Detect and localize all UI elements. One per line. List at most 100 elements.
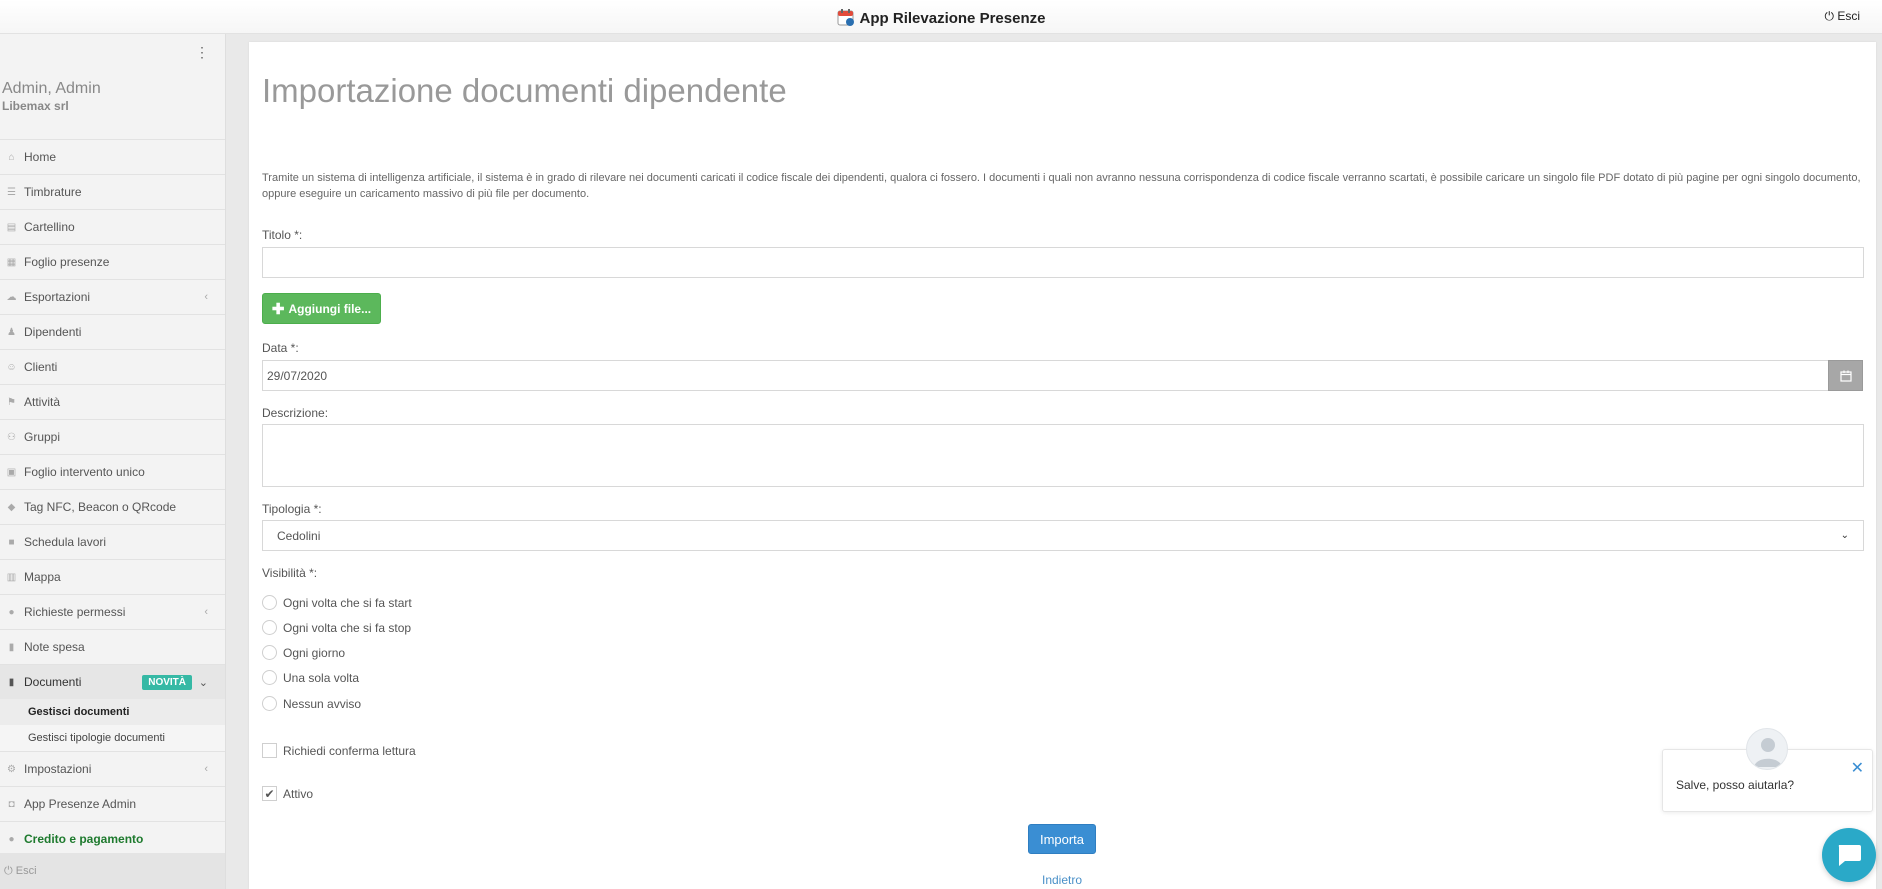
sidebar-item-label: Timbrature [24,185,82,199]
radio-label: Una sola volta [283,670,360,685]
user-info: Admin, Admin Libemax srl [2,80,101,113]
card-icon: ▤ [6,221,17,233]
user-name: Admin, Admin [2,80,101,97]
title-input[interactable] [262,247,1864,278]
sidebar-item-label: Note spesa [24,640,85,654]
sidebar-item-label: Cartellino [24,220,75,234]
checkbox-label: Attivo [283,786,314,801]
calendar-button[interactable] [1828,360,1863,391]
sidebar-item-label: Foglio intervento unico [24,465,145,479]
calendar-icon [1839,370,1852,382]
radio-button[interactable] [262,670,277,685]
radio-button[interactable] [262,595,277,610]
sidebar-subitem-gestisci-documenti[interactable]: Gestisci documenti [0,699,225,725]
radio-label: Nessun avviso [283,696,362,711]
sidebar-subitem-gestisci-tipologie[interactable]: Gestisci tipologie documenti [0,725,225,751]
sidebar-item-label: Clienti [24,360,58,374]
sidebar-item-clienti[interactable]: ☺ Clienti [0,349,225,384]
confirm-read-option[interactable]: Richiedi conferma lettura [262,743,416,758]
title-label: Titolo *: [262,228,303,242]
sidebar-item-esportazioni[interactable]: ☁ Esportazioni ‹ [0,279,225,314]
chat-launcher-button[interactable] [1822,828,1876,882]
description-label: Descrizione: [262,406,329,420]
back-link[interactable]: Indietro [1042,873,1082,887]
sidebar-item-label: Attività [24,395,61,409]
sidebar-item-foglio-presenze[interactable]: ▦ Foglio presenze [0,244,225,279]
cloud-icon: ☁ [6,291,17,303]
active-option[interactable]: ✔ Attivo [262,786,313,801]
sidebar-logout[interactable]: ⏻ Esci [0,853,225,889]
group-icon: ⚇ [7,431,16,443]
signpost-icon: ⚑ [7,396,16,408]
sidebar-item-foglio-intervento[interactable]: ▣ Foglio intervento unico [0,454,225,489]
radio-button[interactable] [262,620,277,635]
receipt-icon: ▮ [8,641,15,653]
person-icon: ♟ [7,326,16,338]
chevron-left-icon: ‹ [204,291,208,303]
sidebar-item-label: Documenti [24,675,82,689]
list-icon: ☰ [7,186,16,198]
sidebar-item-tag-nfc[interactable]: ◆ Tag NFC, Beacon o QRcode [0,489,225,524]
sidebar-item-home[interactable]: ⌂ Home [0,139,225,174]
sidebar-menu-icon[interactable]: ⋮ [195,44,209,61]
sidebar-item-gruppi[interactable]: ⚇ Gruppi [0,419,225,454]
sidebar-nav: ⌂ Home ☰ Timbrature ▤ Cartellino ▦ Foglio pr… [0,139,225,856]
calendar-icon [837,9,854,26]
home-icon: ⌂ [8,151,15,163]
close-icon[interactable]: ✕ [1851,758,1864,778]
sidebar-item-label: Mappa [24,570,61,584]
visibility-option-once[interactable]: Una sola volta [262,670,359,685]
checkbox[interactable] [262,743,277,758]
sidebar: ⋮ Admin, Admin Libemax srl ⌂ Home ☰ Timbra… [0,34,226,889]
add-file-label: Aggiungi file... [288,301,372,316]
type-select[interactable]: Cedolini ⌄ [262,520,1864,551]
checkbox-checked[interactable]: ✔ [262,786,277,801]
sidebar-item-dipendenti[interactable]: ♟ Dipendenti [0,314,225,349]
visibility-option-none[interactable]: Nessun avviso [262,696,361,711]
company-name: Libemax srl [2,99,69,113]
sidebar-item-schedula-lavori[interactable]: ■ Schedula lavori [0,524,225,559]
sidebar-item-label: Richieste permessi [24,605,126,619]
tag-icon: ◆ [7,501,16,513]
sidebar-item-richieste-permessi[interactable]: ● Richieste permessi ‹ [0,594,225,629]
binoculars-icon: ◘ [8,798,15,810]
radio-label: Ogni volta che si fa start [283,595,412,610]
form-icon: ▣ [6,466,17,478]
main-panel: Importazione documenti dipendente Tramit… [249,42,1876,889]
checkmark-icon: ✔ [264,786,275,801]
sidebar-item-label: Credito e pagamento [24,832,144,846]
sidebar-item-label: Tag NFC, Beacon o QRcode [24,500,177,514]
type-select-value: Cedolini [277,528,321,543]
description-textarea[interactable] [262,424,1864,487]
sidebar-item-label: Schedula lavori [24,535,107,549]
add-file-button[interactable]: ✚ Aggiungi file... [262,293,381,324]
page-title: Importazione documenti dipendente [262,72,787,109]
sidebar-item-app-presenze-admin[interactable]: ◘ App Presenze Admin [0,786,225,821]
sidebar-item-label: Impostazioni [24,762,92,776]
sidebar-item-attivita[interactable]: ⚑ Attività [0,384,225,419]
chevron-down-icon: ⌄ [198,676,208,689]
visibility-option-stop[interactable]: Ogni volta che si fa stop [262,620,411,635]
sidebar-item-documenti[interactable]: ▮ Documenti NOVITÀ ⌄ [0,664,225,699]
visibility-option-daily[interactable]: Ogni giorno [262,645,345,660]
top-bar: App Rilevazione Presenze ⏻ Esci [0,0,1882,34]
app-title-text: App Rilevazione Presenze [859,10,1046,27]
date-input[interactable]: 29/07/2020 [262,360,1829,391]
radio-label: Ogni giorno [283,645,346,660]
sidebar-item-credito[interactable]: ● Credito e pagamento [0,821,225,856]
sidebar-item-label: Home [24,150,57,164]
documenti-submenu: Gestisci documenti Gestisci tipologie do… [0,699,225,751]
sidebar-item-impostazioni[interactable]: ⚙ Impostazioni ‹ [0,751,225,786]
sidebar-item-cartellino[interactable]: ▤ Cartellino [0,209,225,244]
radio-button[interactable] [262,645,277,660]
sidebar-item-label: Esportazioni [24,290,91,304]
sidebar-item-note-spesa[interactable]: ▮ Note spesa [0,629,225,664]
radio-button[interactable] [262,696,277,711]
sidebar-item-mappa[interactable]: ▥ Mappa [0,559,225,594]
chat-icon [1838,845,1861,866]
sidebar-item-timbrature[interactable]: ☰ Timbrature [0,174,225,209]
visibility-option-start[interactable]: Ogni volta che si fa start [262,595,412,610]
chat-avatar [1746,728,1788,770]
logout-button[interactable]: ⏻ Esci [1824,9,1860,24]
import-button[interactable]: Importa [1028,824,1096,854]
